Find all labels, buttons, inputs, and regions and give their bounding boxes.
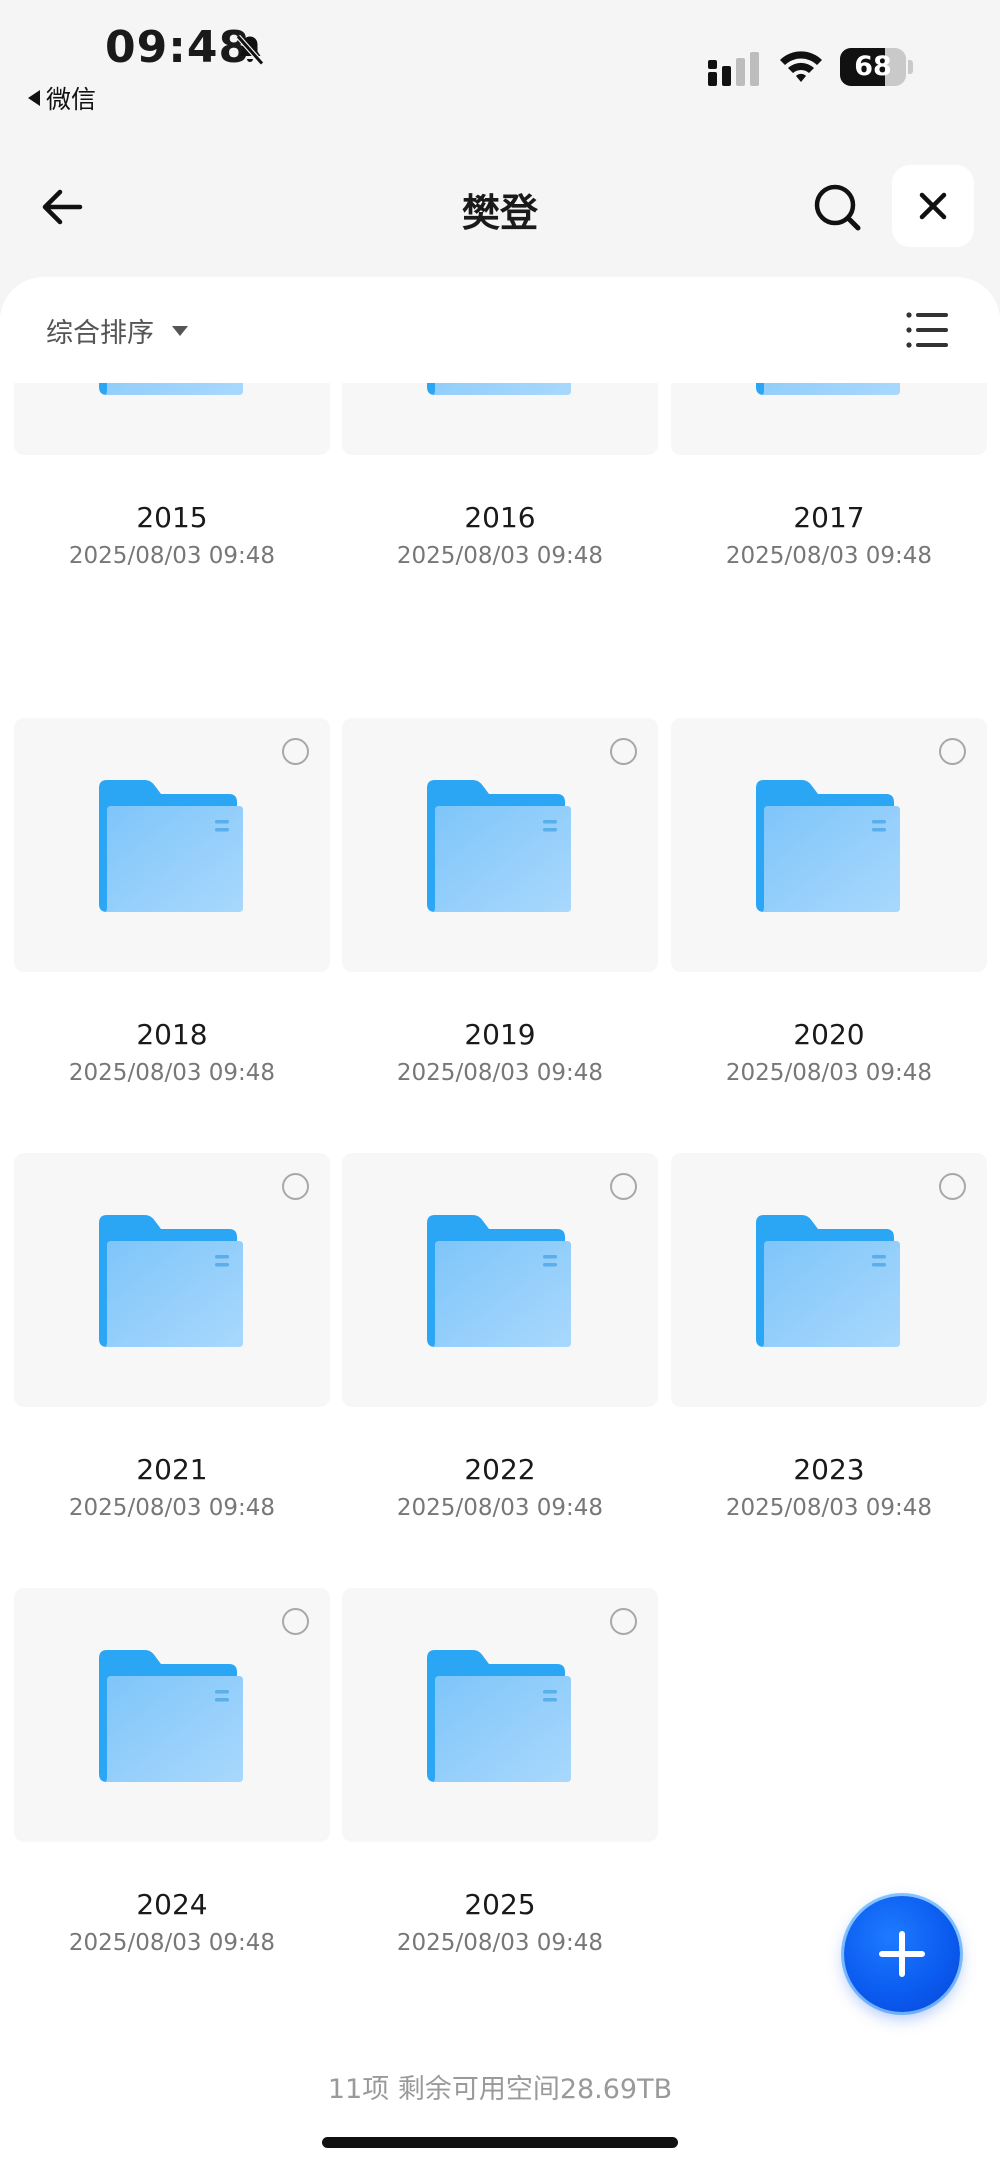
folder-date: 2025/08/03 09:48 [725, 1060, 933, 1086]
folder-thumbnail[interactable] [342, 1588, 658, 1842]
folder-thumbnail[interactable] [671, 1153, 987, 1407]
select-radio[interactable] [610, 1173, 637, 1200]
list-view-icon[interactable] [906, 311, 948, 349]
folder-name: 2020 [793, 1018, 865, 1051]
folder-date: 2025/08/03 09:48 [396, 543, 604, 569]
folder-item[interactable]: 2018 2025/08/03 09:48 [14, 718, 330, 1098]
folder-date: 2025/08/03 09:48 [68, 1495, 276, 1521]
folder-name: 2023 [793, 1453, 865, 1486]
folder-name: 2015 [136, 501, 208, 534]
sort-dropdown[interactable]: 综合排序 [46, 311, 188, 350]
battery-percent: 68 [854, 51, 892, 82]
home-indicator [322, 2137, 678, 2148]
back-triangle-icon [28, 90, 40, 106]
folder-date: 2025/08/03 09:48 [396, 1495, 604, 1521]
folder-item[interactable]: 2021 2025/08/03 09:48 [14, 1153, 330, 1533]
select-radio[interactable] [610, 1608, 637, 1635]
folder-name: 2019 [464, 1018, 536, 1051]
back-app-label: 微信 [46, 85, 97, 114]
folder-date: 2025/08/03 09:48 [68, 543, 276, 569]
folder-name: 2025 [464, 1888, 536, 1921]
folder-date: 2025/08/03 09:48 [68, 1060, 276, 1086]
folder-icon [427, 1215, 571, 1347]
battery-cap [908, 60, 913, 74]
wifi-icon [780, 51, 822, 82]
select-radio[interactable] [939, 738, 966, 765]
close-button[interactable] [892, 165, 974, 247]
select-radio[interactable] [939, 1173, 966, 1200]
bell-muted-icon [236, 34, 264, 66]
folder-icon [99, 1215, 243, 1347]
nav-bar: 樊登 [0, 150, 1000, 260]
folder-item[interactable]: 2023 2025/08/03 09:48 [671, 1153, 987, 1533]
plus-icon [879, 1931, 925, 1977]
battery-indicator: 68 [840, 48, 913, 86]
caret-down-icon [172, 325, 188, 336]
folder-name: 2022 [464, 1453, 536, 1486]
select-radio[interactable] [282, 1173, 309, 1200]
folder-icon [99, 780, 243, 912]
folder-date: 2025/08/03 09:48 [68, 1930, 276, 1956]
folder-name: 2016 [464, 501, 536, 534]
folder-item[interactable]: 2020 2025/08/03 09:48 [671, 718, 987, 1098]
select-radio[interactable] [282, 1608, 309, 1635]
folder-item[interactable]: 2025 2025/08/03 09:48 [342, 1588, 658, 1968]
folder-name: 2021 [136, 1453, 208, 1486]
folder-icon [427, 780, 571, 912]
folder-thumbnail[interactable] [342, 718, 658, 972]
folder-item[interactable]: 2022 2025/08/03 09:48 [342, 1153, 658, 1533]
status-time: 09:48 [105, 22, 251, 73]
folder-grid: 2015 2025/08/03 09:48 2016 2025/08/03 09… [0, 277, 1000, 2167]
storage-summary: 11项 剩余可用空间28.69TB [327, 2074, 673, 2105]
select-radio[interactable] [282, 738, 309, 765]
back-to-app-link[interactable]: 微信 [28, 80, 96, 116]
sort-toolbar: 综合排序 [0, 277, 1000, 383]
search-icon[interactable] [810, 180, 866, 236]
folder-thumbnail[interactable] [671, 718, 987, 972]
folder-name: 2018 [136, 1018, 208, 1051]
battery-body: 68 [840, 48, 906, 86]
folder-icon [427, 1650, 571, 1782]
folder-date: 2025/08/03 09:48 [725, 543, 933, 569]
select-radio[interactable] [610, 738, 637, 765]
folder-date: 2025/08/03 09:48 [396, 1060, 604, 1086]
folder-icon [756, 1215, 900, 1347]
folder-date: 2025/08/03 09:48 [396, 1930, 604, 1956]
folder-thumbnail[interactable] [14, 1153, 330, 1407]
status-bar: 09:48 微信 68 [0, 0, 1000, 130]
folder-item[interactable]: 2024 2025/08/03 09:48 [14, 1588, 330, 1968]
cellular-signal-icon [708, 52, 759, 86]
folder-thumbnail[interactable] [14, 718, 330, 972]
folder-icon [756, 780, 900, 912]
folder-name: 2024 [136, 1888, 208, 1921]
folder-thumbnail[interactable] [342, 1153, 658, 1407]
folder-name: 2017 [793, 501, 865, 534]
folder-date: 2025/08/03 09:48 [725, 1495, 933, 1521]
file-browser-sheet: 2015 2025/08/03 09:48 2016 2025/08/03 09… [0, 277, 1000, 2167]
folder-icon [99, 1650, 243, 1782]
add-button[interactable] [844, 1896, 960, 2012]
sort-label: 综合排序 [46, 318, 154, 349]
folder-item[interactable]: 2019 2025/08/03 09:48 [342, 718, 658, 1098]
close-icon [919, 192, 947, 220]
folder-thumbnail[interactable] [14, 1588, 330, 1842]
